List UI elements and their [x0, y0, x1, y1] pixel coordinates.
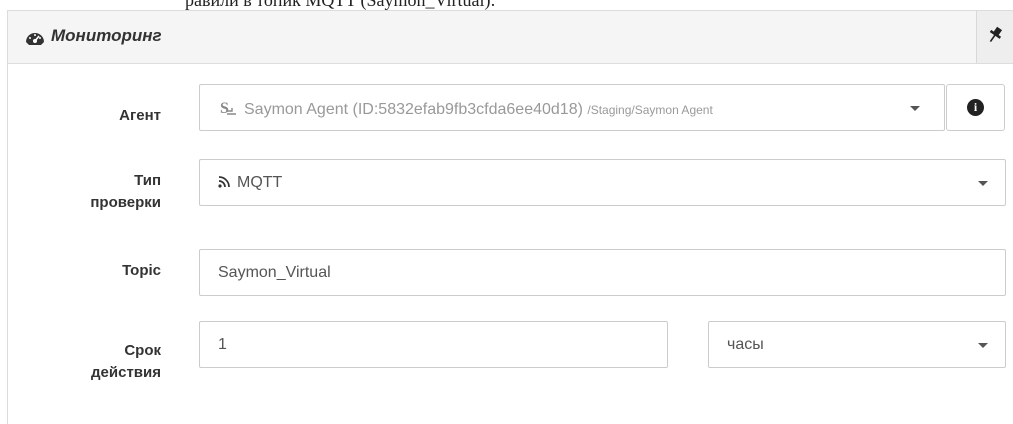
agent-select[interactable]: S Saymon Agent (ID:5832efab9fb3cfda6ee40…	[199, 84, 945, 131]
topic-label: Topic	[122, 262, 161, 279]
check-type-label: Тип проверки	[90, 170, 161, 214]
snippet-text: равили в топик MQTT (Saymon_Virtual):	[185, 0, 496, 10]
expiry-label-line2: действия	[91, 364, 161, 381]
check-type-select[interactable]: MQTT	[199, 159, 1006, 206]
expiry-label: Срок действия	[91, 340, 161, 384]
info-circle-icon: i	[967, 99, 984, 116]
panel-title: Мониторинг	[51, 26, 162, 45]
chevron-down-icon	[978, 343, 988, 348]
agent-value: Saymon Agent (ID:5832efab9fb3cfda6ee40d1…	[244, 101, 583, 118]
topic-input[interactable]: Saymon_Virtual	[199, 249, 1006, 296]
background-text-snippet: равили в топик MQTT (Saymon_Virtual):	[185, 0, 785, 10]
expiry-unit: часы	[727, 336, 764, 353]
agent-path: /Staging/Saymon Agent	[587, 103, 713, 117]
agent-info-button[interactable]: i	[946, 84, 1005, 131]
expiry-value: 1	[218, 336, 227, 353]
monitoring-panel: Мониторинг Агент S Saymon Agent (ID:5832…	[7, 10, 1013, 424]
chevron-down-icon	[910, 106, 920, 111]
panel-header: Мониторинг	[8, 11, 1013, 64]
topic-value: Saymon_Virtual	[218, 264, 331, 281]
expiry-unit-select[interactable]: часы	[708, 321, 1006, 368]
rss-icon	[218, 175, 230, 193]
chevron-down-icon	[978, 181, 988, 186]
agent-label: Агент	[119, 107, 161, 124]
pin-button[interactable]	[976, 11, 1013, 63]
dashboard-icon	[25, 28, 45, 48]
check-type-value: MQTT	[237, 174, 283, 191]
expiry-value-input[interactable]: 1	[199, 321, 668, 368]
check-type-label-line1: Тип	[134, 172, 161, 189]
pin-icon	[989, 26, 1003, 43]
saymon-agent-icon: S	[218, 99, 238, 122]
expiry-label-line1: Срок	[124, 342, 161, 359]
check-type-label-line2: проверки	[90, 194, 161, 211]
